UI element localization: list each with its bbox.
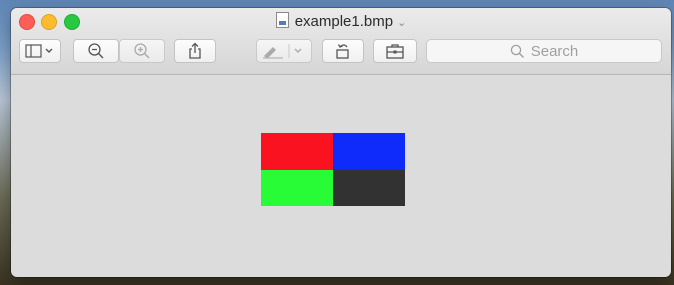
sidebar-view-button[interactable] <box>19 39 61 63</box>
sidebar-icon <box>25 44 53 58</box>
title-chevron-icon[interactable]: ⌄ <box>397 17 406 29</box>
pixel-blue <box>333 133 405 170</box>
window-title-text: example1.bmp <box>294 13 394 30</box>
zoom-in-icon <box>134 43 150 59</box>
zoom-in-button[interactable] <box>119 39 165 63</box>
rotate-icon <box>336 44 349 59</box>
titlebar: example1.bmp ⌄ Search <box>11 8 671 75</box>
zoom-out-button[interactable] <box>73 39 119 63</box>
share-icon <box>189 42 201 59</box>
window-title[interactable]: example1.bmp ⌄ <box>11 12 671 32</box>
toolbox-button[interactable] <box>373 39 417 63</box>
pixel-red <box>261 133 333 170</box>
markup-button[interactable] <box>256 39 312 63</box>
rotate-button[interactable] <box>322 39 364 63</box>
search-field[interactable]: Search <box>426 39 662 63</box>
share-button[interactable] <box>174 39 216 63</box>
toolbox-icon <box>386 44 404 59</box>
search-placeholder: Search <box>530 42 579 60</box>
document-icon <box>275 12 289 28</box>
search-icon <box>510 44 524 58</box>
preview-window: example1.bmp ⌄ Search <box>11 8 671 277</box>
highlighter-icon <box>263 44 302 59</box>
pixel-green <box>261 169 333 206</box>
zoom-out-icon <box>88 43 104 59</box>
image-canvas <box>261 133 405 206</box>
pixel-dark <box>333 169 405 206</box>
